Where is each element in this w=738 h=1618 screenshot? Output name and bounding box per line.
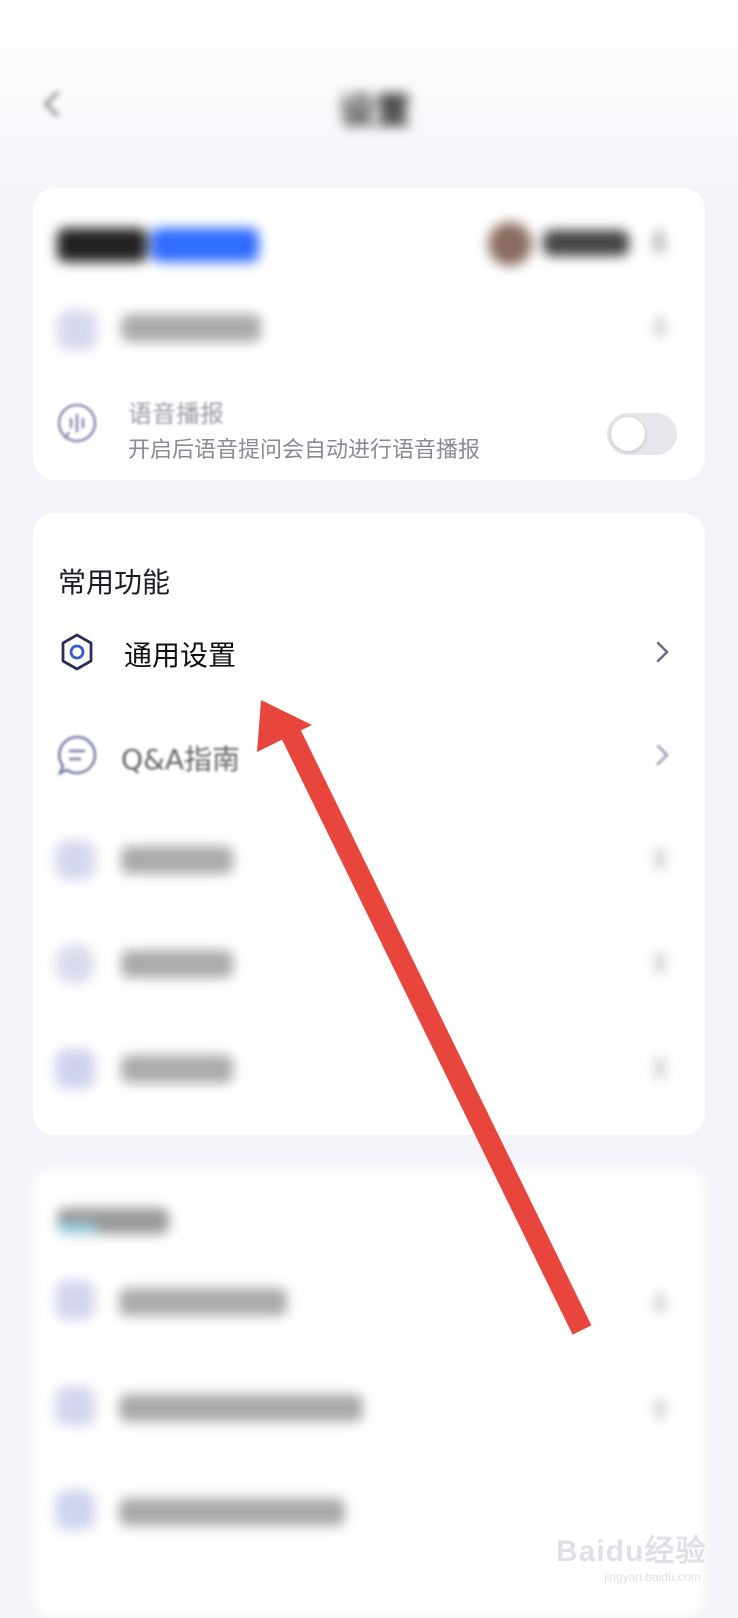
blurred-row[interactable] — [33, 930, 705, 1000]
voice-broadcast-description: 开启后语音提问会自动进行语音播报 — [128, 438, 481, 463]
voice-broadcast-toggle[interactable] — [607, 413, 677, 455]
baidu-watermark: Baidu经验 — [556, 1535, 707, 1568]
qa-guide-row[interactable]: Q&A指南 — [33, 713, 705, 797]
general-settings-row[interactable]: 通用设置 — [33, 610, 705, 694]
voice-broadcast-title: 语音播报 — [128, 400, 224, 428]
blurred-row[interactable] — [33, 826, 705, 896]
chevron-right-icon — [656, 641, 669, 663]
blurred-row[interactable] — [33, 1035, 705, 1105]
back-arrow-icon[interactable] — [36, 86, 72, 122]
gear-icon — [61, 633, 93, 671]
common-functions-title: 常用功能 — [56, 561, 171, 601]
page-title-blurred: 设置 — [338, 91, 411, 132]
general-settings-label: 通用设置 — [124, 639, 237, 672]
common-functions-title-text: 常用功能 — [58, 566, 171, 599]
voice-wave-icon — [57, 403, 97, 443]
header-bar: 设置 — [0, 0, 738, 190]
blurred-setting-row[interactable] — [33, 296, 705, 360]
account-row-blurred[interactable] — [33, 188, 705, 293]
toggle-knob — [611, 417, 645, 451]
chat-bubble-icon — [57, 735, 97, 776]
account-card: 语音播报 开启后语音提问会自动进行语音播报 — [33, 188, 705, 480]
baidu-watermark-url: jingyan.baidu.com — [604, 1570, 701, 1584]
qa-guide-label: Q&A指南 — [121, 743, 241, 776]
chevron-right-icon — [656, 744, 669, 766]
